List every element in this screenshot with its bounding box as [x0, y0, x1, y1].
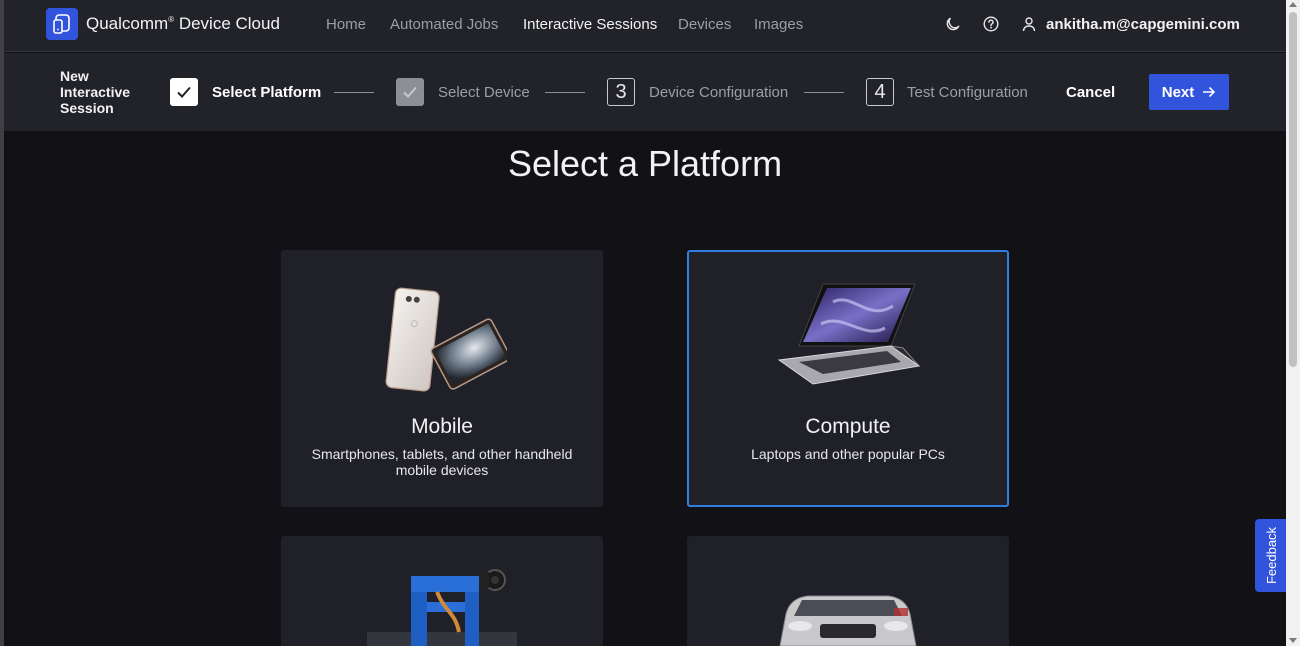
page-scrollbar[interactable]	[1286, 0, 1300, 646]
card-title: Compute	[805, 415, 891, 438]
help-icon[interactable]	[982, 15, 1000, 33]
scroll-up-arrow-icon[interactable]	[1289, 2, 1297, 7]
step-2-check-icon[interactable]	[396, 78, 424, 106]
brand-name[interactable]: Qualcomm® Device Cloud	[86, 14, 280, 34]
iot-board-image	[281, 562, 603, 646]
step-connector	[334, 92, 374, 93]
phone-tablet-image	[281, 286, 603, 394]
page-title: Select a Platform	[507, 143, 783, 184]
laptop-image	[689, 282, 1007, 390]
user-email[interactable]: ankitha.m@capgemini.com	[1046, 16, 1240, 33]
platform-card-iot[interactable]	[281, 536, 603, 646]
app-root: Qualcomm® Device Cloud Home Automated Jo…	[4, 0, 1286, 646]
step-connector	[804, 92, 844, 93]
next-button-label: Next	[1161, 83, 1195, 101]
card-description: Smartphones, tablets, and other handheld…	[311, 446, 573, 478]
nav-images-link[interactable]: Images	[754, 16, 803, 33]
user-icon[interactable]	[1020, 15, 1038, 33]
scrollbar-thumb[interactable]	[1289, 12, 1297, 367]
wizard-title: New Interactive Session	[60, 68, 131, 116]
logo-icon[interactable]	[46, 8, 78, 40]
platform-card-mobile[interactable]: Mobile Smartphones, tablets, and other h…	[281, 250, 603, 507]
arrow-right-icon	[1203, 86, 1216, 98]
card-description: Laptops and other popular PCs	[751, 446, 945, 462]
nav-automated-jobs-link[interactable]: Automated Jobs	[390, 16, 498, 33]
card-title: Mobile	[411, 415, 473, 438]
step-4-label: Test Configuration	[907, 84, 1028, 101]
top-navigation: Qualcomm® Device Cloud Home Automated Jo…	[4, 0, 1286, 52]
step-1-label[interactable]: Select Platform	[212, 84, 321, 101]
step-connector	[545, 92, 585, 93]
nav-home-link[interactable]: Home	[326, 16, 366, 33]
feedback-button[interactable]: Feedback	[1255, 519, 1286, 592]
next-button[interactable]: Next	[1149, 74, 1229, 110]
step-2-label[interactable]: Select Device	[438, 84, 530, 101]
nav-interactive-sessions-link[interactable]: Interactive Sessions	[523, 16, 657, 33]
scroll-down-arrow-icon[interactable]	[1289, 638, 1297, 643]
step-3-number: 3	[607, 78, 635, 106]
nav-devices-link[interactable]: Devices	[678, 16, 731, 33]
cancel-button[interactable]: Cancel	[1066, 84, 1115, 101]
step-4-number: 4	[866, 78, 894, 106]
car-image	[687, 586, 1009, 646]
moon-icon[interactable]	[944, 15, 962, 33]
platform-card-compute[interactable]: Compute Laptops and other popular PCs	[687, 250, 1009, 507]
step-3-label: Device Configuration	[649, 84, 789, 101]
wizard-stepper: New Interactive Session Select Platform …	[4, 53, 1286, 131]
feedback-label: Feedback	[1264, 526, 1280, 585]
step-1-check-icon[interactable]	[170, 78, 198, 106]
platform-card-automotive[interactable]	[687, 536, 1009, 646]
